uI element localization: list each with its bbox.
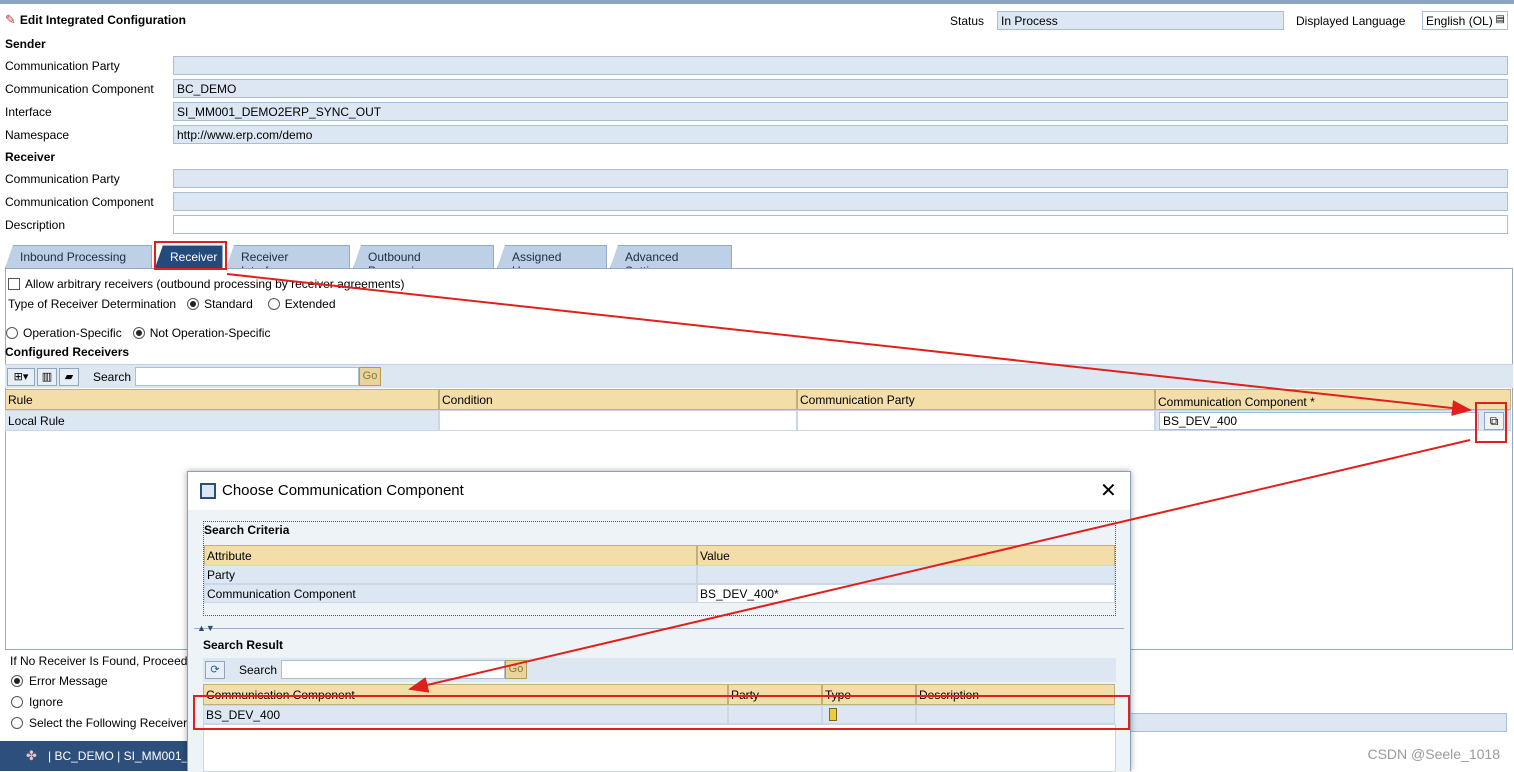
arrow-help-to-result <box>408 439 1471 693</box>
arrow-tab-to-help <box>226 273 1472 416</box>
annotation-arrows <box>226 273 1472 693</box>
watermark: CSDN @Seele_1018 <box>1367 746 1500 762</box>
